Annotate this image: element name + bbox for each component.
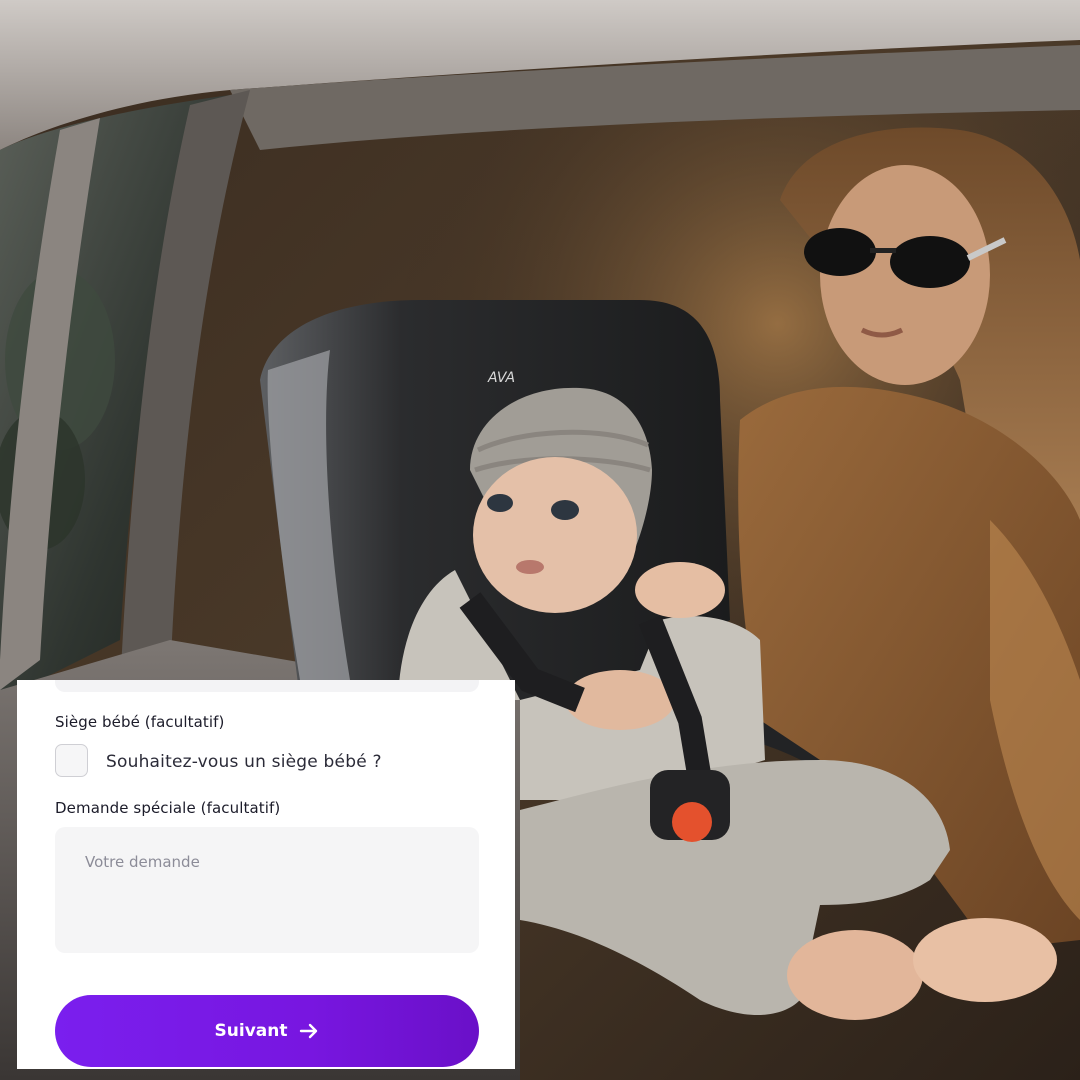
baby-seat-checkbox[interactable] (55, 744, 88, 777)
previous-field-bottom[interactable] (55, 680, 479, 692)
baby-seat-label: Siège bébé (facultatif) (55, 713, 225, 731)
arrow-right-icon (300, 1023, 318, 1039)
svg-text:AVA: AVA (487, 370, 515, 386)
special-request-textarea[interactable] (55, 827, 479, 953)
special-request-label: Demande spéciale (facultatif) (55, 799, 281, 817)
next-button-label: Suivant (214, 1021, 288, 1041)
next-button[interactable]: Suivant (55, 995, 479, 1067)
app-screen: AVA Siège bébé (facultatif) Souhaitez-vo… (0, 0, 1080, 1080)
baby-seat-checkbox-text[interactable]: Souhaitez-vous un siège bébé ? (106, 752, 382, 772)
booking-form-card: Siège bébé (facultatif) Souhaitez-vous u… (17, 680, 515, 1069)
